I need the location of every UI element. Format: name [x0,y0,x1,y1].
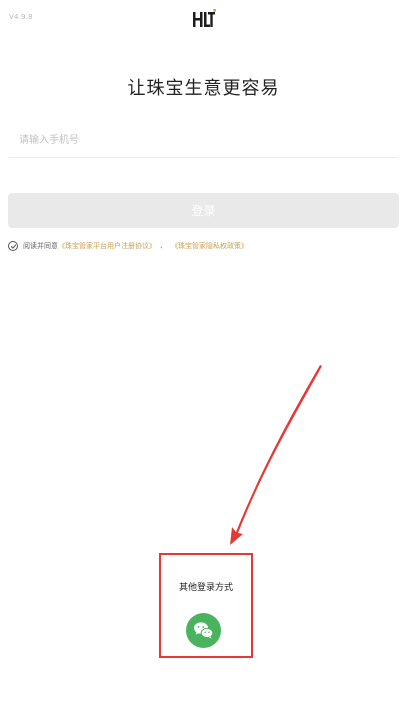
wechat-login-button[interactable] [186,613,221,648]
agree-checkbox[interactable] [8,241,18,251]
wechat-icon [194,622,214,639]
agreement-row: 阅读并同意 《珠宝管家平台用户注册协议》 、 《珠宝管家隐私权政策》 [8,241,248,251]
login-button[interactable]: 登录 [8,193,399,228]
other-login-label: 其他登录方式 [178,583,233,593]
privacy-policy-link[interactable]: 《珠宝管家隐私权政策》 [171,241,248,251]
page-title: 让珠宝生意更容易 [127,78,280,99]
phone-input[interactable] [9,124,397,158]
check-icon [10,243,16,249]
agreement-prefix: 阅读并同意 [23,242,58,250]
version-label: V4.9.8 [9,13,33,21]
user-agreement-link[interactable]: 《珠宝管家平台用户注册协议》 [58,241,156,251]
agreement-separator: 、 [160,242,167,250]
hlt-logo [191,8,217,30]
